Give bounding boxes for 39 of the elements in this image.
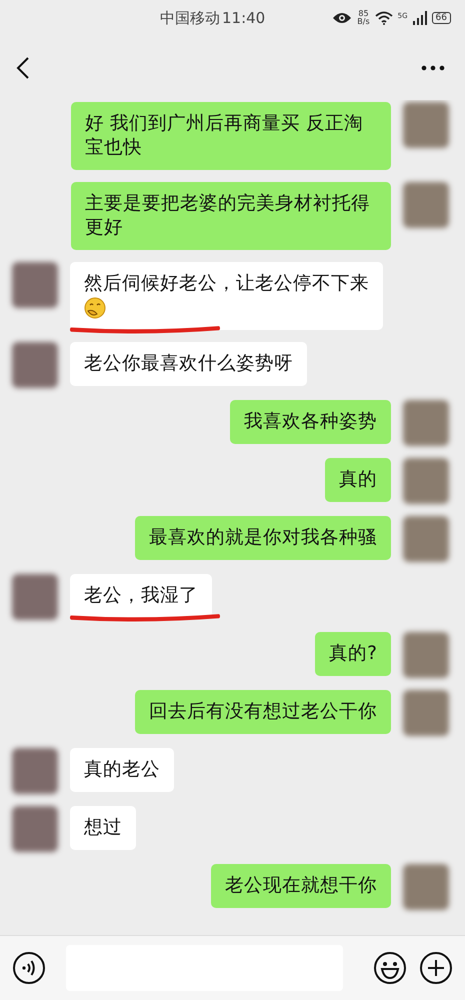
message-bubble: 真的?	[315, 632, 391, 676]
avatar[interactable]	[12, 342, 58, 388]
back-icon[interactable]	[16, 56, 30, 80]
signal-icon	[412, 11, 427, 25]
avatar[interactable]	[403, 182, 449, 228]
plus-icon[interactable]	[419, 951, 453, 985]
message-bubble: 真的	[325, 458, 391, 502]
clock-time: 11:40	[222, 8, 266, 28]
message-bubble: 好 我们到广州后再商量买 反正淘宝也快	[71, 102, 391, 170]
eye-icon	[332, 11, 352, 25]
avatar[interactable]	[12, 574, 58, 620]
voice-icon[interactable]	[12, 951, 46, 985]
message-bubble: 回去后有没有想过老公干你	[135, 690, 391, 734]
avatar[interactable]	[403, 458, 449, 504]
avatar[interactable]	[403, 516, 449, 562]
avatar[interactable]	[403, 102, 449, 148]
message-bubble: 然后伺候好老公，让老公停不下来	[70, 262, 383, 330]
wifi-icon	[374, 11, 393, 25]
message-bubble: 真的老公	[70, 748, 174, 792]
avatar[interactable]	[403, 400, 449, 446]
message-bubble: 老公，我湿了	[70, 574, 212, 618]
avatar[interactable]	[403, 632, 449, 678]
speed-unit: B/s	[357, 18, 370, 26]
carrier-name: 中国移动	[160, 8, 220, 28]
avatar[interactable]	[403, 690, 449, 736]
smiley-icon[interactable]	[373, 951, 407, 985]
battery-indicator: 66	[432, 12, 451, 24]
avatar[interactable]	[403, 864, 449, 910]
message-bubble: 最喜欢的就是你对我各种骚	[135, 516, 391, 560]
more-icon[interactable]	[421, 65, 445, 71]
speed-value: 85	[358, 10, 369, 18]
avatar[interactable]	[12, 262, 58, 308]
message-bubble: 老公你最喜欢什么姿势呀	[70, 342, 307, 386]
message-bubble: 想过	[70, 806, 136, 850]
message-bubble: 主要是要把老婆的完美身材衬托得更好	[71, 182, 391, 250]
avatar[interactable]	[12, 806, 58, 852]
message-bubble: 我喜欢各种姿势	[230, 400, 391, 444]
message-bubble: 老公现在就想干你	[211, 864, 391, 908]
avatar[interactable]	[12, 748, 58, 794]
